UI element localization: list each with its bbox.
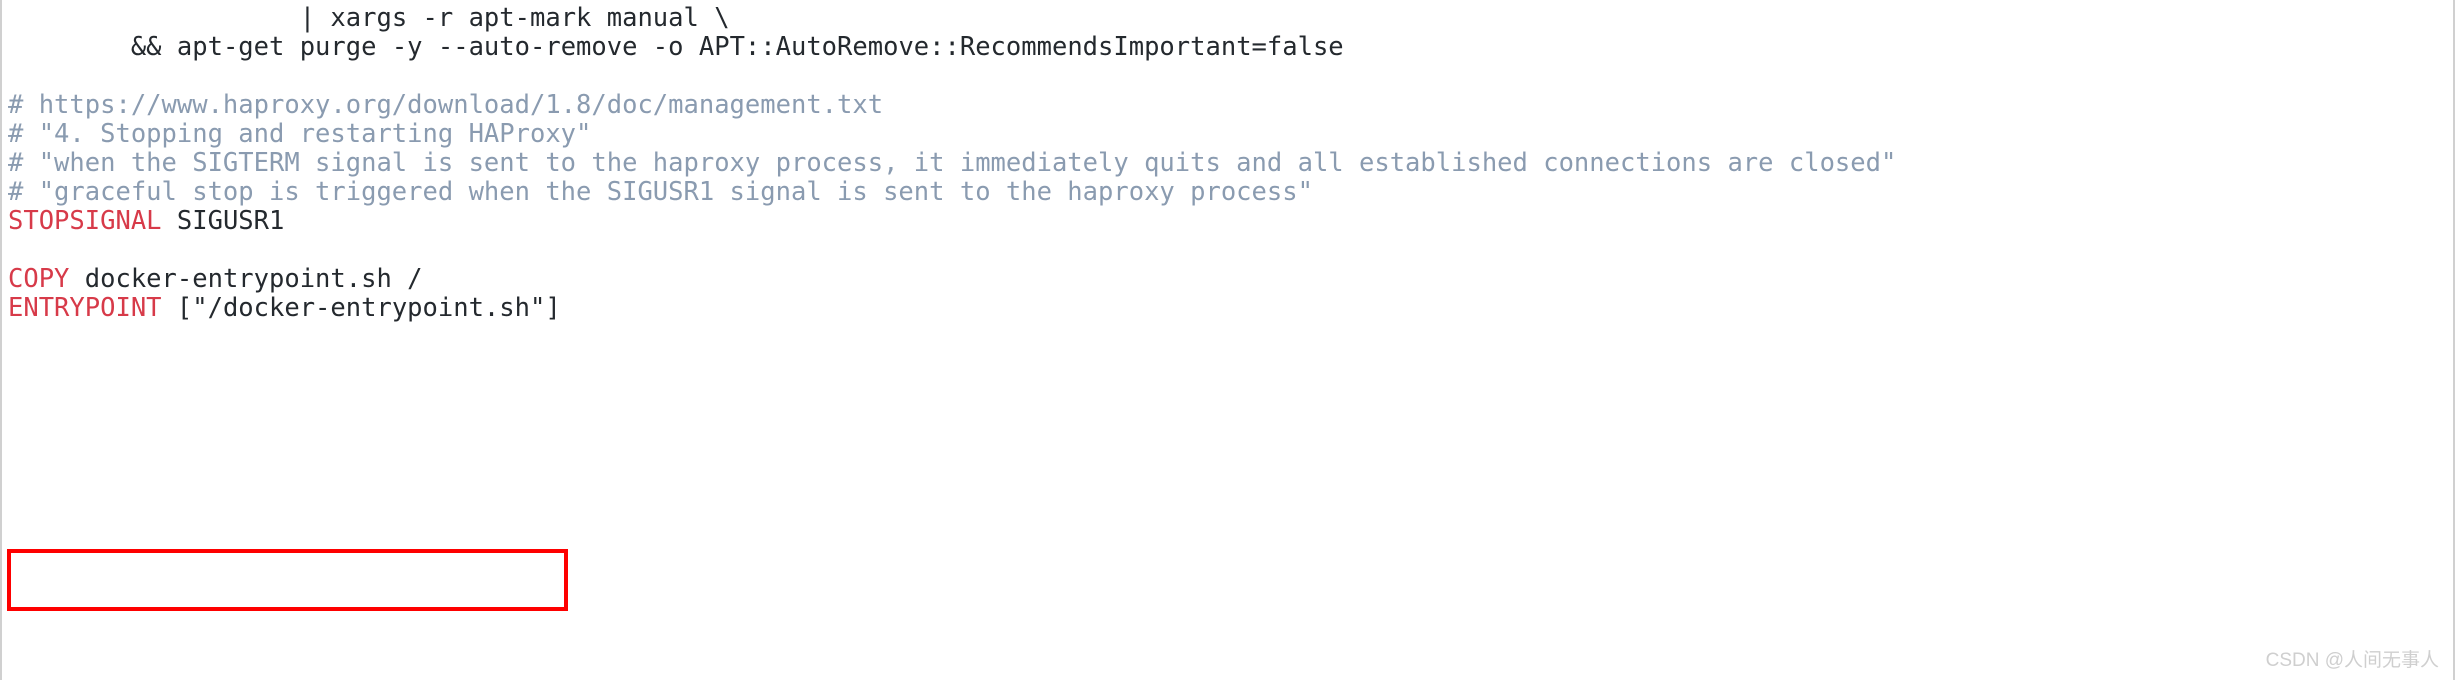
code-snippet-viewer: | xargs -r apt-mark manual \ && apt-get …: [0, 0, 2455, 680]
code-line-4-comment: # https://www.haproxy.org/download/1.8/d…: [8, 90, 884, 120]
code-line-7-comment: # "graceful stop is triggered when the S…: [8, 177, 1313, 207]
dockerfile-keyword-entrypoint: ENTRYPOINT: [8, 293, 162, 323]
code-line-10-copy: COPY docker-entrypoint.sh /: [8, 265, 2453, 294]
code-line-4: # https://www.haproxy.org/download/1.8/d…: [8, 91, 2453, 120]
code-line-5-comment: # "4. Stopping and restarting HAProxy": [8, 119, 592, 149]
dockerfile-keyword-stopsignal: STOPSIGNAL: [8, 206, 162, 236]
code-line-10-args: docker-entrypoint.sh /: [69, 264, 423, 294]
code-line-3-blank: [8, 62, 2453, 91]
csdn-watermark: CSDN @人间无事人: [2265, 650, 2439, 671]
code-line-11-args: ["/docker-entrypoint.sh"]: [161, 293, 561, 323]
code-line-6: # "when the SIGTERM signal is sent to th…: [8, 149, 2453, 178]
code-line-2-text: && apt-get purge -y --auto-remove -o APT…: [130, 32, 1344, 62]
code-line-2: && apt-get purge -y --auto-remove -o APT…: [8, 33, 2453, 62]
code-line-1: | xargs -r apt-mark manual \: [8, 4, 2453, 33]
code-line-1-text: | xargs -r apt-mark manual \: [299, 3, 730, 33]
code-line-7: # "graceful stop is triggered when the S…: [8, 178, 2453, 207]
red-highlight-rectangle: [7, 549, 568, 611]
code-line-11-entrypoint: ENTRYPOINT ["/docker-entrypoint.sh"]: [8, 294, 2453, 323]
dockerfile-keyword-copy: COPY: [8, 264, 70, 294]
code-line-6-comment: # "when the SIGTERM signal is sent to th…: [8, 148, 1897, 178]
code-block[interactable]: | xargs -r apt-mark manual \ && apt-get …: [2, 0, 2453, 323]
code-line-8-stopsignal: STOPSIGNAL SIGUSR1: [8, 207, 2453, 236]
code-line-1-indent: [8, 3, 300, 33]
code-line-9-blank: [8, 236, 2453, 265]
code-line-8-args: SIGUSR1: [161, 206, 285, 236]
code-line-2-indent: [8, 32, 131, 62]
code-line-5: # "4. Stopping and restarting HAProxy": [8, 120, 2453, 149]
